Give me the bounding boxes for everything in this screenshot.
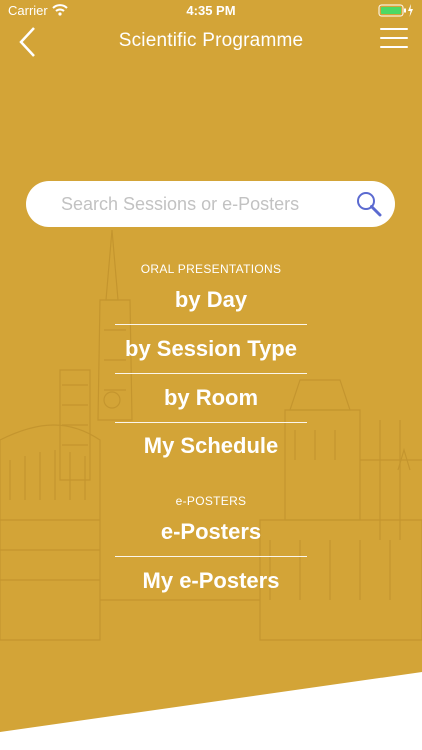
by-session-type-link[interactable]: by Session Type bbox=[0, 336, 422, 362]
battery-icon bbox=[378, 4, 413, 17]
hamburger-menu-icon bbox=[380, 28, 408, 48]
status-bar: Carrier 4:35 PM bbox=[0, 0, 422, 22]
divider bbox=[115, 324, 307, 325]
eposters-heading: e-POSTERS bbox=[175, 494, 247, 508]
search-placeholder: Search Sessions or e-Posters bbox=[61, 194, 300, 214]
my-schedule-link[interactable]: My Schedule bbox=[0, 433, 422, 459]
menu-button[interactable] bbox=[380, 28, 408, 52]
oral-presentations-heading: ORAL PRESENTATIONS bbox=[140, 262, 282, 276]
search-field[interactable]: Search Sessions or e-Posters bbox=[26, 181, 395, 227]
divider bbox=[115, 556, 307, 557]
magnifier-icon[interactable] bbox=[355, 190, 383, 218]
my-eposters-link[interactable]: My e-Posters bbox=[0, 568, 422, 594]
navigation-bar: Scientific Programme bbox=[0, 22, 422, 62]
divider bbox=[115, 373, 307, 374]
eposters-link[interactable]: e-Posters bbox=[0, 519, 422, 545]
page-title: Scientific Programme bbox=[118, 30, 304, 51]
divider bbox=[115, 422, 307, 423]
by-room-link[interactable]: by Room bbox=[0, 385, 422, 411]
bottom-wave bbox=[0, 672, 422, 750]
status-time: 4:35 PM bbox=[186, 3, 236, 18]
by-day-link[interactable]: by Day bbox=[0, 287, 422, 313]
